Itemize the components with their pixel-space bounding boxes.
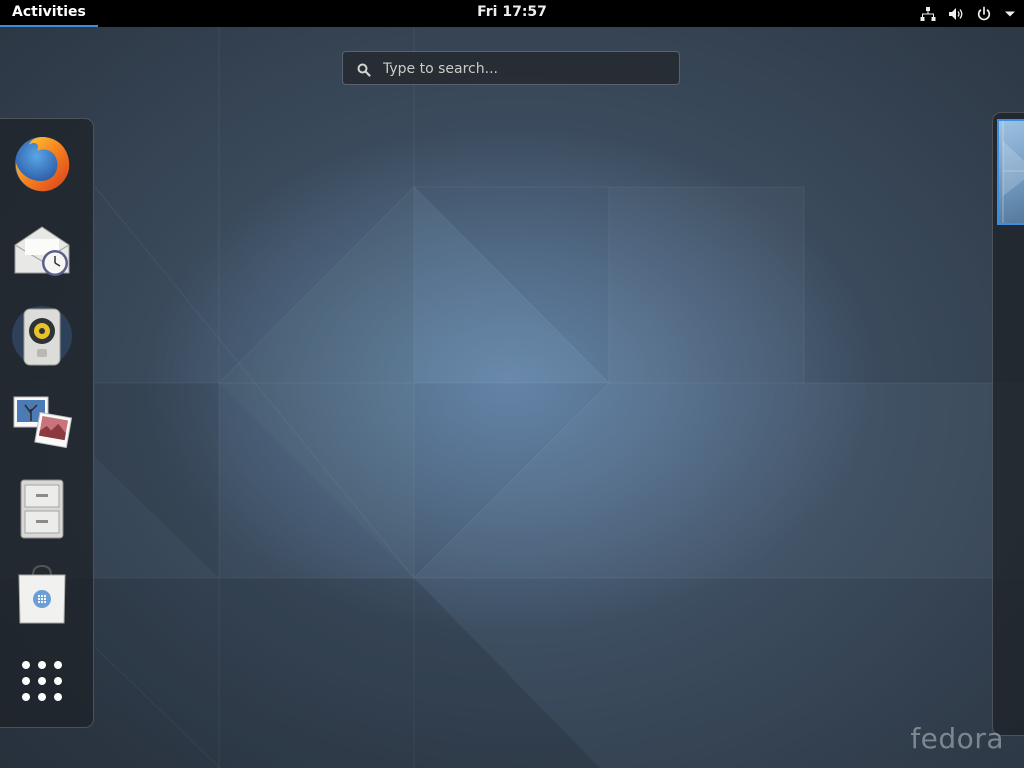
desktop-wallpaper (0, 27, 1024, 768)
power-icon[interactable] (976, 6, 992, 22)
photos-icon (13, 396, 73, 449)
search-input[interactable] (381, 57, 675, 81)
dash-item-rhythmbox[interactable] (7, 301, 77, 371)
dash-item-files[interactable] (7, 473, 77, 543)
network-wired-icon[interactable] (920, 6, 936, 22)
workspace-thumbnail-1[interactable] (997, 119, 1024, 225)
top-bar: Activities Fri 17:57 (0, 0, 1024, 27)
menu-arrow-icon[interactable] (1004, 10, 1016, 18)
dash-item-firefox[interactable] (7, 129, 77, 199)
dash (0, 118, 94, 728)
software-bag-icon (18, 564, 66, 624)
dash-item-software[interactable] (7, 559, 77, 629)
activities-button[interactable]: Activities (0, 0, 98, 27)
firefox-icon (15, 137, 70, 192)
speaker-icon (12, 306, 72, 366)
volume-icon[interactable] (948, 6, 964, 22)
clock-container: Fri 17:57 (0, 0, 1024, 25)
workspace-selector (992, 112, 1024, 736)
dash-item-evolution[interactable] (7, 215, 77, 285)
show-applications-button[interactable] (7, 646, 77, 716)
fedora-logo: fedora (910, 722, 1004, 755)
dash-item-shotwell[interactable] (7, 387, 77, 457)
file-cabinet-icon (20, 479, 64, 539)
search-icon (357, 62, 371, 81)
mail-clock-icon (14, 226, 70, 276)
app-grid-icon (22, 661, 62, 701)
system-status-area[interactable] (920, 0, 1016, 27)
clock-button[interactable]: Fri 17:57 (477, 4, 547, 20)
search-box[interactable] (342, 51, 680, 85)
